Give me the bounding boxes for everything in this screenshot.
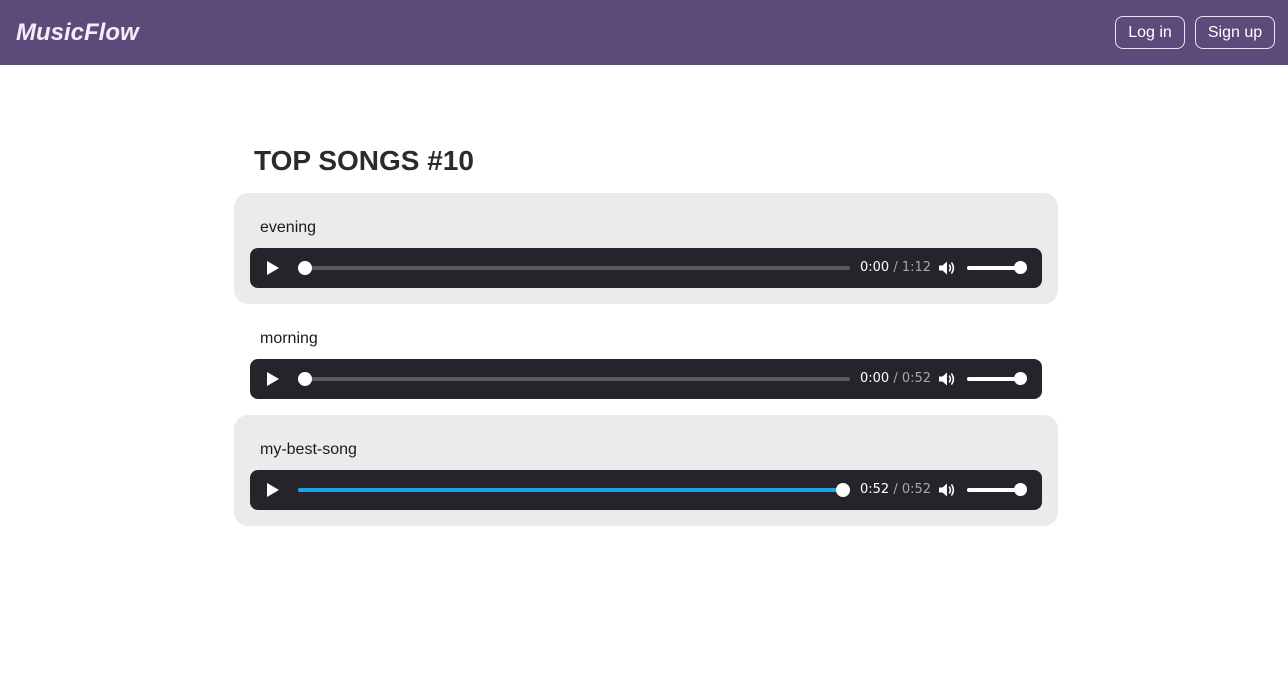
seek-bar-progress (298, 488, 843, 492)
song-card: my-best-song 0:52 / 0:52 (234, 415, 1058, 526)
current-time: 0:00 (860, 260, 890, 275)
volume-slider-handle[interactable] (1014, 261, 1027, 274)
time-display: 0:52 / 0:52 (860, 482, 931, 498)
seek-bar-handle[interactable] (298, 372, 312, 386)
volume-slider-handle[interactable] (1014, 483, 1027, 496)
play-icon[interactable] (267, 483, 279, 497)
volume-slider-fill (967, 488, 1021, 492)
audio-player: 0:52 / 0:52 (250, 470, 1042, 510)
duration: 0:52 (901, 371, 932, 386)
seek-bar[interactable] (298, 483, 850, 497)
song-title: evening (260, 219, 317, 236)
brand-logo[interactable]: MusicFlow (16, 18, 139, 48)
current-time: 0:00 (860, 371, 890, 386)
time-display: 0:00 / 1:12 (860, 260, 931, 276)
audio-player: 0:00 / 0:52 (250, 359, 1042, 399)
volume-slider-fill (967, 377, 1021, 381)
time-separator: / (889, 482, 902, 497)
song-title: my-best-song (260, 441, 357, 458)
song-card: morning 0:00 / 0:52 (234, 304, 1058, 415)
volume-slider-handle[interactable] (1014, 372, 1027, 385)
signup-button[interactable]: Sign up (1195, 16, 1275, 49)
time-display: 0:00 / 0:52 (860, 371, 931, 387)
time-separator: / (889, 260, 902, 275)
volume-icon[interactable] (938, 371, 956, 387)
play-icon[interactable] (267, 372, 279, 386)
volume-icon[interactable] (938, 482, 956, 498)
seek-bar[interactable] (298, 372, 850, 386)
top-navbar: MusicFlow Log in Sign up (0, 0, 1288, 65)
seek-bar-handle[interactable] (836, 483, 850, 497)
duration: 0:52 (901, 482, 932, 497)
page-title: TOP SONGS #10 (254, 145, 474, 176)
current-time: 0:52 (860, 482, 890, 497)
volume-icon[interactable] (938, 260, 956, 276)
volume-slider[interactable] (967, 261, 1027, 274)
audio-player: 0:00 / 1:12 (250, 248, 1042, 288)
volume-slider[interactable] (967, 483, 1027, 496)
login-button[interactable]: Log in (1115, 16, 1185, 49)
volume-slider-fill (967, 266, 1021, 270)
song-title: morning (260, 330, 318, 347)
seek-bar[interactable] (298, 261, 850, 275)
seek-bar-handle[interactable] (298, 261, 312, 275)
volume-slider[interactable] (967, 372, 1027, 385)
time-separator: / (889, 371, 902, 386)
duration: 1:12 (901, 260, 932, 275)
play-icon[interactable] (267, 261, 279, 275)
song-card: evening 0:00 / 1:12 (234, 193, 1058, 304)
